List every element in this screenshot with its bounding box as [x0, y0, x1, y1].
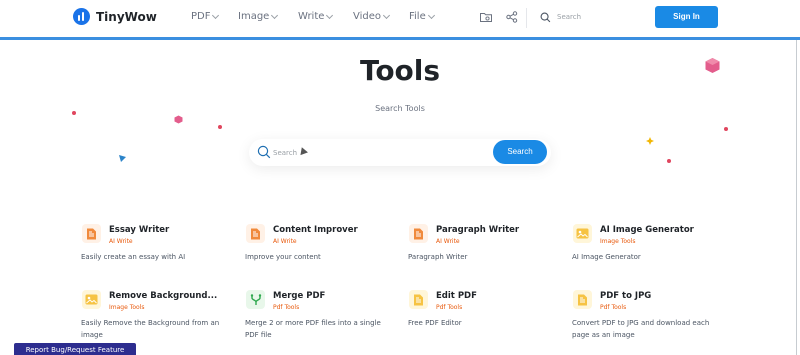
pink-cube-decoration: [705, 58, 720, 73]
nav-label: PDF: [191, 11, 211, 22]
nav-label: Video: [353, 11, 382, 22]
tool-category: Image Tools: [600, 238, 636, 245]
share-icon[interactable]: [505, 10, 519, 24]
tool-category: Pdf Tools: [436, 304, 463, 311]
header-accent-bar: [0, 37, 800, 40]
red-dot-decoration: [724, 127, 728, 131]
tool-card-content-improver[interactable]: Content Improver AI Write Improve your c…: [245, 224, 406, 284]
tool-card-merge-pdf[interactable]: Merge PDF Pdf Tools Merge 2 or more PDF …: [245, 290, 406, 350]
tool-description: Improve your content: [245, 253, 321, 261]
top-header: TinyWow PDF Image Write Video File Searc…: [0, 0, 800, 37]
pdf-icon: [573, 290, 592, 309]
red-dot-decoration: [667, 159, 671, 163]
pink-cube-decoration: [174, 115, 183, 124]
tool-card-ai-image-generator[interactable]: AI Image Generator Image Tools AI Image …: [572, 224, 733, 284]
header-search[interactable]: Search: [536, 7, 646, 27]
image-icon: [573, 224, 592, 243]
chevron-down-icon: [382, 11, 391, 19]
tool-category: AI Write: [109, 238, 133, 245]
folder-icon[interactable]: [479, 10, 493, 24]
tool-description: Free PDF Editor: [408, 319, 462, 327]
tool-name: AI Image Generator: [600, 225, 694, 235]
tool-category: AI Write: [436, 238, 460, 245]
tool-description: Merge 2 or more PDF files into a single …: [245, 319, 381, 339]
nav-item-video[interactable]: Video: [353, 11, 391, 22]
page-subtitle: Search Tools: [375, 104, 425, 113]
document-pencil-icon: [409, 224, 428, 243]
scrollbar-track[interactable]: [796, 40, 797, 355]
red-dot-decoration: [218, 125, 222, 129]
chevron-down-icon: [271, 11, 279, 19]
sign-in-button[interactable]: Sign In: [655, 6, 718, 28]
search-icon: [257, 145, 271, 159]
nav-label: Write: [298, 11, 325, 22]
report-bug-button[interactable]: Report Bug/Request Feature: [14, 343, 136, 355]
tool-category: Image Tools: [109, 304, 145, 311]
tool-name: Essay Writer: [109, 225, 170, 235]
header-search-placeholder: Search: [557, 13, 582, 21]
document-pencil-icon: [246, 224, 265, 243]
page-title: Tools: [359, 54, 441, 87]
search-button[interactable]: Search: [493, 140, 547, 164]
tool-description: AI Image Generator: [572, 253, 641, 261]
tool-card-pdf-to-jpg[interactable]: PDF to JPG Pdf Tools Convert PDF to JPG …: [572, 290, 733, 350]
tool-name: PDF to JPG: [600, 291, 652, 301]
nav-item-write[interactable]: Write: [298, 11, 334, 22]
tool-name: Paragraph Writer: [436, 225, 520, 235]
nav-label: File: [409, 11, 426, 22]
tool-card-essay-writer[interactable]: Essay Writer AI Write Easily create an e…: [81, 224, 242, 284]
yellow-star-decoration: [646, 137, 654, 145]
tool-category: Pdf Tools: [273, 304, 300, 311]
search-icon: [540, 12, 551, 22]
chevron-down-icon: [326, 11, 334, 19]
nav-label: Image: [238, 11, 270, 22]
tool-description: Easily create an essay with AI: [81, 253, 186, 261]
tool-category: AI Write: [273, 238, 297, 245]
tool-description: Paragraph Writer: [408, 253, 468, 261]
tool-card-paragraph-writer[interactable]: Paragraph Writer AI Write Paragraph Writ…: [408, 224, 569, 284]
red-dot-decoration: [72, 111, 76, 115]
tool-card-edit-pdf[interactable]: Edit PDF Pdf Tools Free PDF Editor: [408, 290, 569, 350]
tool-description: Convert PDF to JPG and download each pag…: [572, 319, 710, 339]
tool-category: Pdf Tools: [600, 304, 627, 311]
chevron-down-icon: [427, 11, 435, 19]
merge-icon: [246, 290, 265, 309]
nav-item-pdf[interactable]: PDF: [191, 11, 220, 22]
image-icon: [82, 290, 101, 309]
header-divider: [526, 8, 527, 28]
tool-name: Content Improver: [273, 225, 358, 235]
chevron-down-icon: [212, 11, 220, 19]
nav-item-image[interactable]: Image: [238, 11, 279, 22]
pdf-icon: [409, 290, 428, 309]
tool-name: Edit PDF: [436, 291, 477, 301]
tool-name: Merge PDF: [273, 291, 326, 301]
tool-card-remove-background[interactable]: Remove Background... Image Tools Easily …: [81, 290, 242, 350]
tool-name: Remove Background...: [109, 291, 218, 301]
nav-item-file[interactable]: File: [409, 11, 435, 22]
tool-description: Easily Remove the Background from an ima…: [81, 319, 220, 339]
blue-triangle-decoration: [119, 155, 126, 162]
document-pencil-icon: [82, 224, 101, 243]
